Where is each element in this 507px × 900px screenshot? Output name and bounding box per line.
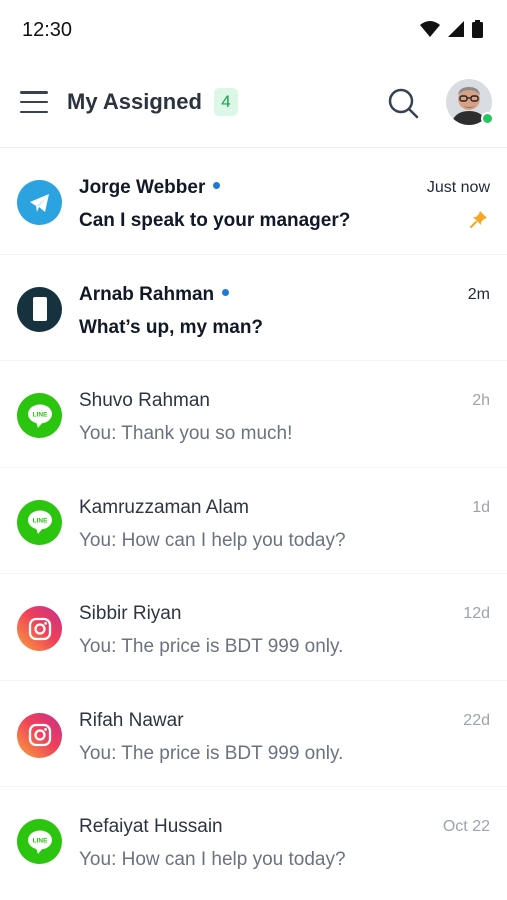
status-bar: 12:30	[0, 0, 507, 62]
contact-name: Kamruzzaman Alam	[79, 496, 250, 518]
message-time: Just now	[426, 179, 490, 196]
conversation-item[interactable]: LINE Refaiyat Hussain You: How can I hel…	[0, 787, 507, 894]
last-message: You: How can I help you today?	[79, 529, 346, 551]
wifi-icon	[420, 21, 440, 37]
svg-text:LINE: LINE	[32, 837, 47, 844]
conversation-item[interactable]: Rifah Nawar You: The price is BDT 999 on…	[0, 681, 507, 787]
contact-name: Arnab Rahman	[79, 284, 230, 306]
message-time: Oct 22	[442, 818, 490, 835]
last-message: You: Thank you so much!	[79, 423, 293, 444]
last-message: You: The price is BDT 999 only.	[79, 742, 344, 764]
battery-icon	[472, 20, 483, 38]
contact-name: Sibbir Riyan	[79, 603, 182, 624]
contact-name: Shuvo Rahman	[79, 390, 210, 411]
last-message: You: How can I help you today?	[79, 849, 346, 870]
message-time: 12d	[463, 605, 490, 622]
online-status-dot	[481, 112, 494, 125]
conversation-item[interactable]: Arnab Rahman What’s up, my man? 2m	[0, 255, 507, 361]
message-time: 2h	[472, 392, 490, 409]
message-time: 22d	[463, 711, 490, 729]
search-icon[interactable]	[386, 86, 420, 120]
instagram-icon	[17, 606, 62, 651]
telegram-icon	[17, 180, 62, 225]
status-icons	[420, 20, 483, 38]
conversation-list: Jorge Webber Can I speak to your manager…	[0, 148, 507, 894]
line-app-icon: LINE	[17, 499, 62, 545]
svg-text:LINE: LINE	[32, 518, 47, 525]
hamburger-menu-icon[interactable]	[18, 88, 50, 116]
assigned-count-badge: 4	[214, 88, 238, 116]
pin-icon	[470, 211, 487, 228]
conversation-item[interactable]: Jorge Webber Can I speak to your manager…	[0, 148, 507, 255]
status-time: 12:30	[22, 19, 73, 41]
app-header: My Assigned 4	[0, 62, 507, 148]
page-title: My Assigned	[67, 89, 202, 114]
message-time: 2m	[467, 285, 490, 303]
conversation-item[interactable]: Sibbir Riyan You: The price is BDT 999 o…	[0, 574, 507, 681]
last-message: You: The price is BDT 999 only.	[79, 636, 344, 657]
contact-name: Refaiyat Hussain	[79, 816, 223, 837]
message-time: 1d	[472, 498, 490, 516]
phone-icon	[17, 286, 62, 332]
svg-text:LINE: LINE	[32, 411, 47, 418]
unread-dot	[222, 288, 230, 296]
instagram-icon	[17, 712, 62, 758]
contact-name: Rifah Nawar	[79, 709, 184, 731]
signal-icon	[448, 21, 464, 37]
last-message: Can I speak to your manager?	[79, 210, 351, 231]
last-message: What’s up, my man?	[79, 316, 264, 338]
conversation-item[interactable]: LINE Kamruzzaman Alam You: How can I hel…	[0, 468, 507, 574]
line-app-icon: LINE	[17, 393, 62, 438]
contact-name: Jorge Webber	[79, 177, 221, 199]
conversation-item[interactable]: LINE Shuvo Rahman You: Thank you so much…	[0, 361, 507, 468]
line-app-icon: LINE	[17, 819, 62, 864]
unread-dot	[213, 182, 221, 190]
user-avatar[interactable]	[446, 79, 494, 125]
